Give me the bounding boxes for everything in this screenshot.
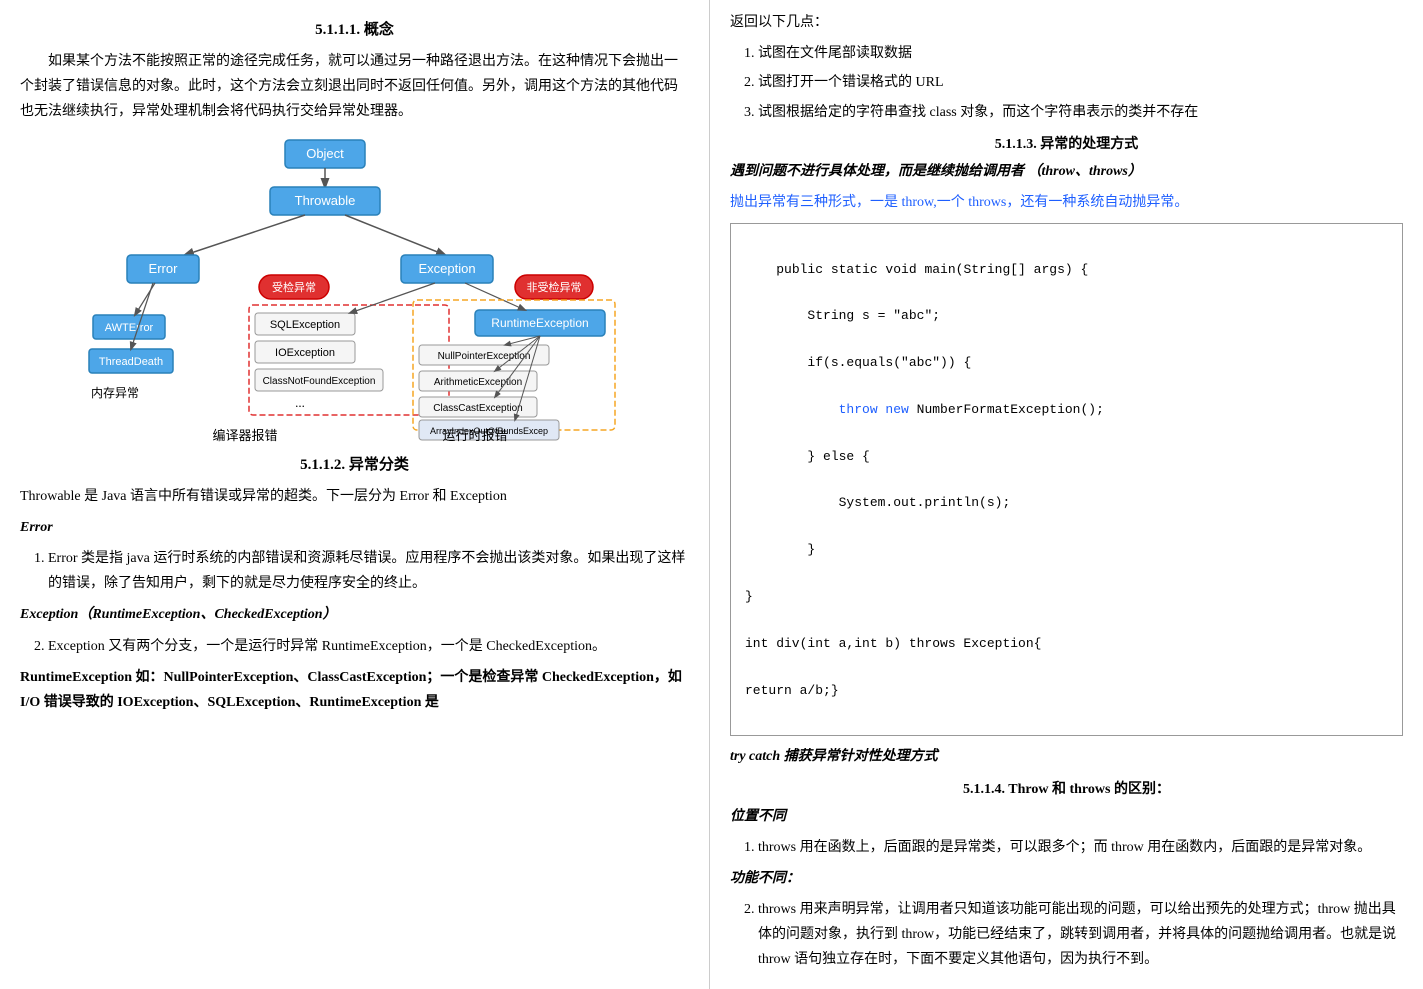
svg-text:SQLException: SQLException: [269, 319, 339, 331]
svg-text:运行时报错: 运行时报错: [442, 428, 507, 443]
runtime-label: RuntimeException 如：NullPointerException、…: [20, 670, 682, 710]
error-list-item1: Error 类是指 java 运行时系统的内部错误和资源耗尽错误。应用程序不会抛…: [48, 546, 689, 596]
section-511-title: 5.1.1.1. 概念: [20, 18, 689, 39]
svg-text:Throwable: Throwable: [294, 193, 355, 208]
code-line-16: int div(int a,int b) throws Exception{: [745, 636, 1041, 651]
svg-text:Object: Object: [306, 146, 344, 161]
error-label: Error: [20, 515, 689, 540]
svg-text:RuntimeException: RuntimeException: [491, 316, 588, 330]
left-panel: 5.1.1.1. 概念 如果某个方法不能按照正常的途径完成任务，就可以通过另一种…: [0, 0, 710, 989]
svg-text:ClassCastException: ClassCastException: [433, 403, 522, 414]
throwable-para: Throwable 是 Java 语言中所有错误或异常的超类。下一层分为 Err…: [20, 484, 689, 509]
throw-new-text: throw new: [839, 402, 909, 417]
func-diff-item2: throws 用来声明异常，让调用者只知道该功能可能出现的问题，可以给出预先的处…: [758, 897, 1403, 973]
section-513-title: 5.1.1.3. 异常的处理方式: [730, 133, 1403, 153]
runtime-para: RuntimeException 如：NullPointerException、…: [20, 665, 689, 715]
right-panel: 返回以下几点： 试图在文件尾部读取数据 试图打开一个错误格式的 URL 试图根据…: [710, 0, 1423, 989]
diagram-container: Object Throwable Error Exception 受检异常 非受…: [20, 135, 689, 445]
svg-text:Error: Error: [148, 261, 178, 276]
code-block: public static void main(String[] args) {…: [730, 223, 1403, 736]
svg-text:...: ...: [295, 395, 305, 410]
code-line-10: System.out.println(s);: [792, 495, 1010, 510]
svg-text:ThreadDeath: ThreadDeath: [98, 356, 162, 368]
exception-list: Exception 又有两个分支，一个是运行时异常 RuntimeExcepti…: [20, 634, 689, 659]
code-line-14: }: [745, 589, 753, 604]
pos-diff-item1: throws 用在函数上，后面跟的是异常类，可以跟多个；而 throw 用在函数…: [758, 835, 1403, 860]
svg-text:AWTError: AWTError: [104, 322, 153, 334]
code-line-1: public static void main(String[] args) {: [776, 262, 1088, 277]
svg-text:IOException: IOException: [275, 347, 335, 359]
code-line-5: if(s.equals("abc")) {: [776, 355, 971, 370]
right-list-item-1: 试图在文件尾部读取数据: [758, 41, 1403, 66]
right-list: 试图在文件尾部读取数据 试图打开一个错误格式的 URL 试图根据给定的字符串查找…: [730, 41, 1403, 125]
section-512-title: 5.1.1.2. 异常分类: [20, 453, 689, 474]
right-list-item-3: 试图根据给定的字符串查找 class 对象，而这个字符串表示的类并不存在: [758, 100, 1403, 125]
exception-label: Exception（RuntimeException、CheckedExcept…: [20, 602, 689, 627]
svg-text:编译器报错: 编译器报错: [212, 428, 277, 443]
func-diff-list: throws 用来声明异常，让调用者只知道该功能可能出现的问题，可以给出预先的处…: [730, 897, 1403, 973]
section-514-title: 5.1.1.4. Throw 和 throws 的区别：: [730, 778, 1403, 798]
bold-italic-text: 遇到问题不进行具体处理，而是继续抛给调用者 （throw、throws）: [730, 159, 1403, 184]
svg-text:ClassNotFoundException: ClassNotFoundException: [262, 376, 375, 387]
right-list-item-2: 试图打开一个错误格式的 URL: [758, 70, 1403, 95]
code-line-18: return a/b;}: [745, 683, 839, 698]
code-line-3: String s = "abc";: [776, 308, 940, 323]
svg-text:Exception: Exception: [418, 261, 475, 276]
blue-line: 抛出异常有三种形式，一是 throw,一个 throws，还有一种系统自动抛异常…: [730, 190, 1403, 215]
pos-diff-list: throws 用在函数上，后面跟的是异常类，可以跟多个；而 throw 用在函数…: [730, 835, 1403, 860]
code-line-12: }: [776, 542, 815, 557]
svg-text:内存异常: 内存异常: [90, 386, 138, 400]
svg-text:非受检异常: 非受检异常: [526, 280, 581, 294]
svg-text:受检异常: 受检异常: [272, 280, 316, 294]
svg-text:NullPointerException: NullPointerException: [437, 351, 530, 362]
throwable-text: Throwable 是 Java 语言中所有错误或异常的超类。下一层分为 Err…: [20, 489, 507, 504]
exception-diagram: Object Throwable Error Exception 受检异常 非受…: [85, 135, 625, 445]
exception-list-item2: Exception 又有两个分支，一个是运行时异常 RuntimeExcepti…: [48, 634, 689, 659]
list-intro: 返回以下几点：: [730, 10, 1403, 35]
error-list: Error 类是指 java 运行时系统的内部错误和资源耗尽错误。应用程序不会抛…: [20, 546, 689, 596]
code-line-8: } else {: [776, 449, 870, 464]
try-catch-label: try catch 捕获异常针对性处理方式: [730, 744, 1403, 769]
func-diff-label: 功能不同：: [730, 866, 1403, 891]
para1: 如果某个方法不能按照正常的途径完成任务，就可以通过另一种路径退出方法。在这种情况…: [20, 49, 689, 125]
code-throw-line: throw new NumberFormatException();: [792, 402, 1104, 417]
pos-diff-label: 位置不同: [730, 804, 1403, 829]
